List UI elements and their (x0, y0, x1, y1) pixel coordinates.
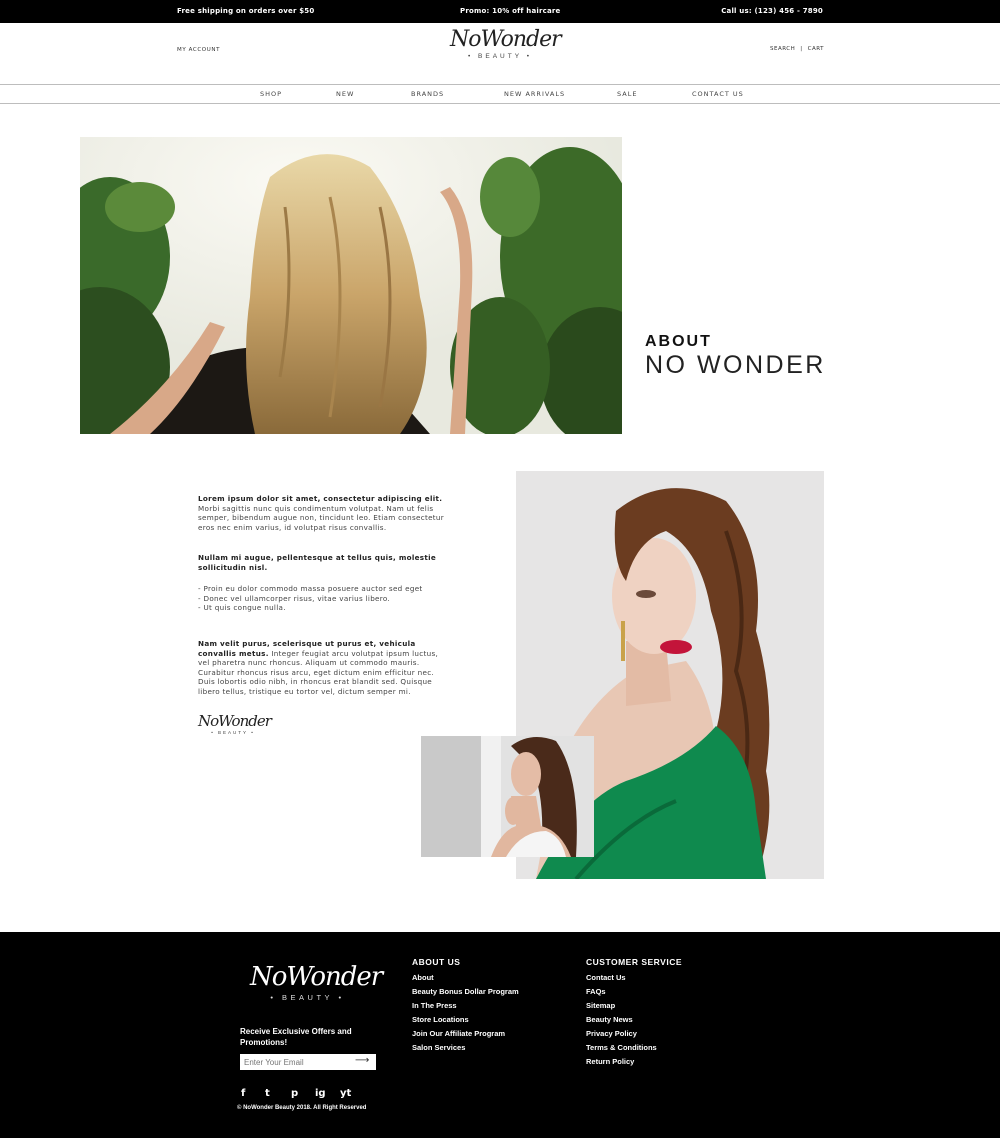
signature-logo: NoWonder • BEAUTY • (198, 712, 272, 736)
nav-item-sale[interactable]: SALE (617, 90, 637, 98)
hero-image-woman-in-greenery (80, 137, 622, 434)
copyright-text: © NoWonder Beauty 2018. All Right Reserv… (237, 1105, 367, 1111)
footer-link-store-locations[interactable]: Store Locations (412, 1013, 519, 1027)
nav-item-shop[interactable]: SHOP (260, 90, 282, 98)
nav-item-new[interactable]: NEW (336, 90, 354, 98)
top-announcement-bar: Free shipping on orders over $50 Promo: … (0, 0, 1000, 23)
about-title: ABOUT (645, 333, 712, 350)
free-shipping-text: Free shipping on orders over $50 (177, 7, 315, 15)
bullet-list: - Proin eu dolor commodo massa posuere a… (198, 584, 423, 613)
about-heading-block: ABOUT NO WONDER (645, 333, 826, 380)
about-subtitle: NO WONDER (645, 351, 826, 379)
submit-arrow-icon[interactable]: ⟶ (355, 1055, 369, 1066)
paragraph-1-lead: Lorem ipsum dolor sit amet, consectetur … (198, 494, 443, 503)
pinterest-icon[interactable]: p (291, 1088, 298, 1099)
site-logo[interactable]: NoWonder • BEAUTY • (450, 27, 562, 75)
footer-link-return-policy[interactable]: Return Policy (586, 1055, 682, 1069)
youtube-icon[interactable]: yt (340, 1088, 351, 1099)
promo-text: Promo: 10% off haircare (460, 7, 561, 15)
footer-link-privacy-policy[interactable]: Privacy Policy (586, 1027, 682, 1041)
paragraph-2: Nullam mi augue, pellentesque at tellus … (198, 553, 448, 572)
footer-link-affiliate-program[interactable]: Join Our Affiliate Program (412, 1027, 519, 1041)
paragraph-1: Lorem ipsum dolor sit amet, consectetur … (198, 494, 448, 532)
footer-customer-service-column: CUSTOMER SERVICE Contact Us FAQs Sitemap… (586, 957, 682, 1069)
nav-item-contact-us[interactable]: CONTACT US (692, 90, 744, 98)
search-link[interactable]: SEARCH (770, 46, 795, 52)
footer-logo[interactable]: NoWonder • BEAUTY • (250, 962, 383, 1002)
instagram-icon[interactable]: ig (315, 1088, 326, 1099)
main-navigation: SHOP NEW BRANDS NEW ARRIVALS SALE CONTAC… (0, 85, 1000, 104)
newsletter-heading: Receive Exclusive Offers and Promotions! (240, 1027, 352, 1047)
phone-text: Call us: (123) 456 - 7890 (721, 7, 823, 15)
my-account-link[interactable]: MY ACCOUNT (177, 47, 220, 53)
logo-wordmark: NoWonder (450, 27, 562, 52)
facebook-icon[interactable]: f (241, 1088, 245, 1099)
paragraph-3: Nam velit purus, scelerisque ut purus et… (198, 639, 448, 697)
footer-link-terms-conditions[interactable]: Terms & Conditions (586, 1041, 682, 1055)
footer-logo-subtitle: • BEAUTY • (270, 993, 345, 1002)
nav-item-brands[interactable]: BRANDS (411, 90, 444, 98)
footer-link-faqs[interactable]: FAQs (586, 985, 682, 999)
footer-link-contact-us[interactable]: Contact Us (586, 971, 682, 985)
list-item: - Donec vel ullamcorper risus, vitae var… (198, 593, 391, 603)
site-footer: NoWonder • BEAUTY • Receive Exclusive Of… (0, 932, 1000, 1138)
small-image-model-white-top (421, 736, 594, 857)
twitter-icon[interactable]: t (265, 1088, 270, 1099)
footer-about-column: ABOUT US About Beauty Bonus Dollar Progr… (412, 957, 519, 1055)
footer-link-about[interactable]: About (412, 971, 519, 985)
footer-link-in-the-press[interactable]: In The Press (412, 999, 519, 1013)
signature-wordmark: NoWonder (198, 712, 272, 730)
footer-link-bonus-program[interactable]: Beauty Bonus Dollar Program (412, 985, 519, 999)
footer-about-heading: ABOUT US (412, 957, 461, 967)
header-utility-links: SEARCH | CART (770, 46, 824, 52)
footer-link-salon-services[interactable]: Salon Services (412, 1041, 519, 1055)
cart-link[interactable]: CART (808, 46, 824, 52)
footer-customer-service-heading: CUSTOMER SERVICE (586, 957, 683, 967)
logo-subtitle: • BEAUTY • (467, 53, 533, 60)
list-item: - Ut quis congue nulla. (198, 603, 286, 613)
nav-item-new-arrivals[interactable]: NEW ARRIVALS (504, 90, 565, 98)
signature-subtitle: • BEAUTY • (211, 730, 255, 735)
footer-logo-wordmark: NoWonder (250, 962, 383, 992)
footer-link-sitemap[interactable]: Sitemap (586, 999, 682, 1013)
list-item: - Proin eu dolor commodo massa posuere a… (198, 584, 423, 593)
paragraph-2-lead: Nullam mi augue, pellentesque at tellus … (198, 553, 437, 572)
paragraph-1-body: Morbi sagittis nunc quis condimentum vol… (198, 503, 445, 532)
header-separator: | (800, 46, 803, 52)
site-header: MY ACCOUNT NoWonder • BEAUTY • SEARCH | CA… (0, 23, 1000, 85)
footer-link-beauty-news[interactable]: Beauty News (586, 1013, 682, 1027)
